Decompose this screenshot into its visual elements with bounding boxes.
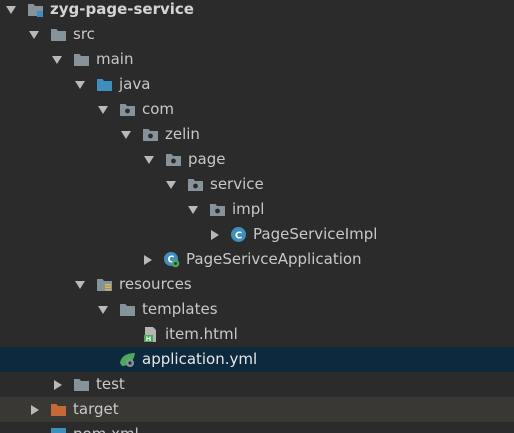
chevron-down-icon[interactable] [142, 153, 156, 167]
tree-node-label: resources [119, 275, 192, 293]
html-file-icon [142, 326, 159, 343]
chevron-down-icon[interactable] [4, 3, 18, 17]
tree-node-project[interactable]: zyg-page-service [0, 0, 514, 22]
tree-node-test[interactable]: test [0, 372, 514, 397]
tree-node-label: test [96, 375, 125, 393]
tree-node-label: page [188, 150, 226, 168]
folder-icon [50, 26, 67, 43]
tree-node-label: application.yml [142, 350, 258, 368]
chevron-down-icon[interactable] [96, 303, 110, 317]
project-tree: zyg-page-service src main java com zelin… [0, 0, 514, 433]
chevron-down-icon[interactable] [186, 203, 200, 217]
tree-node-label: java [119, 75, 151, 93]
tree-node-label: PageSerivceApplication [186, 250, 362, 268]
tree-node-java[interactable]: java [0, 72, 514, 97]
tree-node-label: zyg-page-service [50, 0, 194, 18]
tree-node-application-class[interactable]: PageSerivceApplication [0, 247, 514, 272]
tree-node-label: PageServiceImpl [253, 225, 378, 243]
tree-node-application-yml[interactable]: application.yml [0, 347, 514, 372]
source-folder-icon [96, 76, 113, 93]
tree-node-templates[interactable]: templates [0, 297, 514, 322]
folder-icon [119, 301, 136, 318]
folder-icon [73, 376, 90, 393]
tree-node-impl[interactable]: impl [0, 197, 514, 222]
tree-node-target[interactable]: target [0, 397, 514, 422]
package-icon [119, 101, 136, 118]
tree-node-src[interactable]: src [0, 22, 514, 47]
folder-icon [73, 51, 90, 68]
tree-node-item-html[interactable]: item.html [0, 322, 514, 347]
chevron-down-icon[interactable] [96, 103, 110, 117]
resources-folder-icon [96, 276, 113, 293]
spring-config-icon [119, 351, 136, 368]
tree-node-label: item.html [165, 325, 238, 343]
tree-node-page[interactable]: page [0, 147, 514, 172]
package-icon [165, 151, 182, 168]
package-icon [209, 201, 226, 218]
chevron-down-icon[interactable] [50, 53, 64, 67]
tree-node-label: zelin [165, 125, 200, 143]
tree-node-label: main [96, 50, 134, 68]
chevron-down-icon[interactable] [73, 278, 87, 292]
tree-node-label: impl [232, 200, 265, 218]
tree-node-pom-xml[interactable]: pom.xml [0, 422, 514, 433]
excluded-folder-icon [50, 401, 67, 418]
tree-node-service[interactable]: service [0, 172, 514, 197]
tree-node-com[interactable]: com [0, 97, 514, 122]
chevron-down-icon[interactable] [73, 78, 87, 92]
chevron-right-icon[interactable] [50, 378, 64, 392]
chevron-down-icon[interactable] [164, 178, 178, 192]
spring-boot-class-icon [163, 251, 180, 268]
chevron-right-icon[interactable] [207, 228, 221, 242]
chevron-down-icon[interactable] [27, 28, 41, 42]
tree-node-page-service-impl[interactable]: PageServiceImpl [0, 222, 514, 247]
chevron-right-icon[interactable] [27, 403, 41, 417]
tree-node-label: com [142, 100, 175, 118]
chevron-down-icon[interactable] [119, 128, 133, 142]
class-icon [230, 226, 247, 243]
module-folder-icon [27, 1, 44, 18]
package-icon [187, 176, 204, 193]
tree-node-zelin[interactable]: zelin [0, 122, 514, 147]
maven-file-icon [50, 426, 67, 433]
tree-node-main[interactable]: main [0, 47, 514, 72]
tree-node-label: templates [142, 300, 218, 318]
package-icon [142, 126, 159, 143]
tree-node-label: src [73, 25, 95, 43]
tree-node-label: service [210, 175, 264, 193]
tree-node-label: target [73, 400, 119, 418]
tree-node-label: pom.xml [73, 422, 139, 433]
tree-node-resources[interactable]: resources [0, 272, 514, 297]
chevron-right-icon[interactable] [140, 253, 154, 267]
